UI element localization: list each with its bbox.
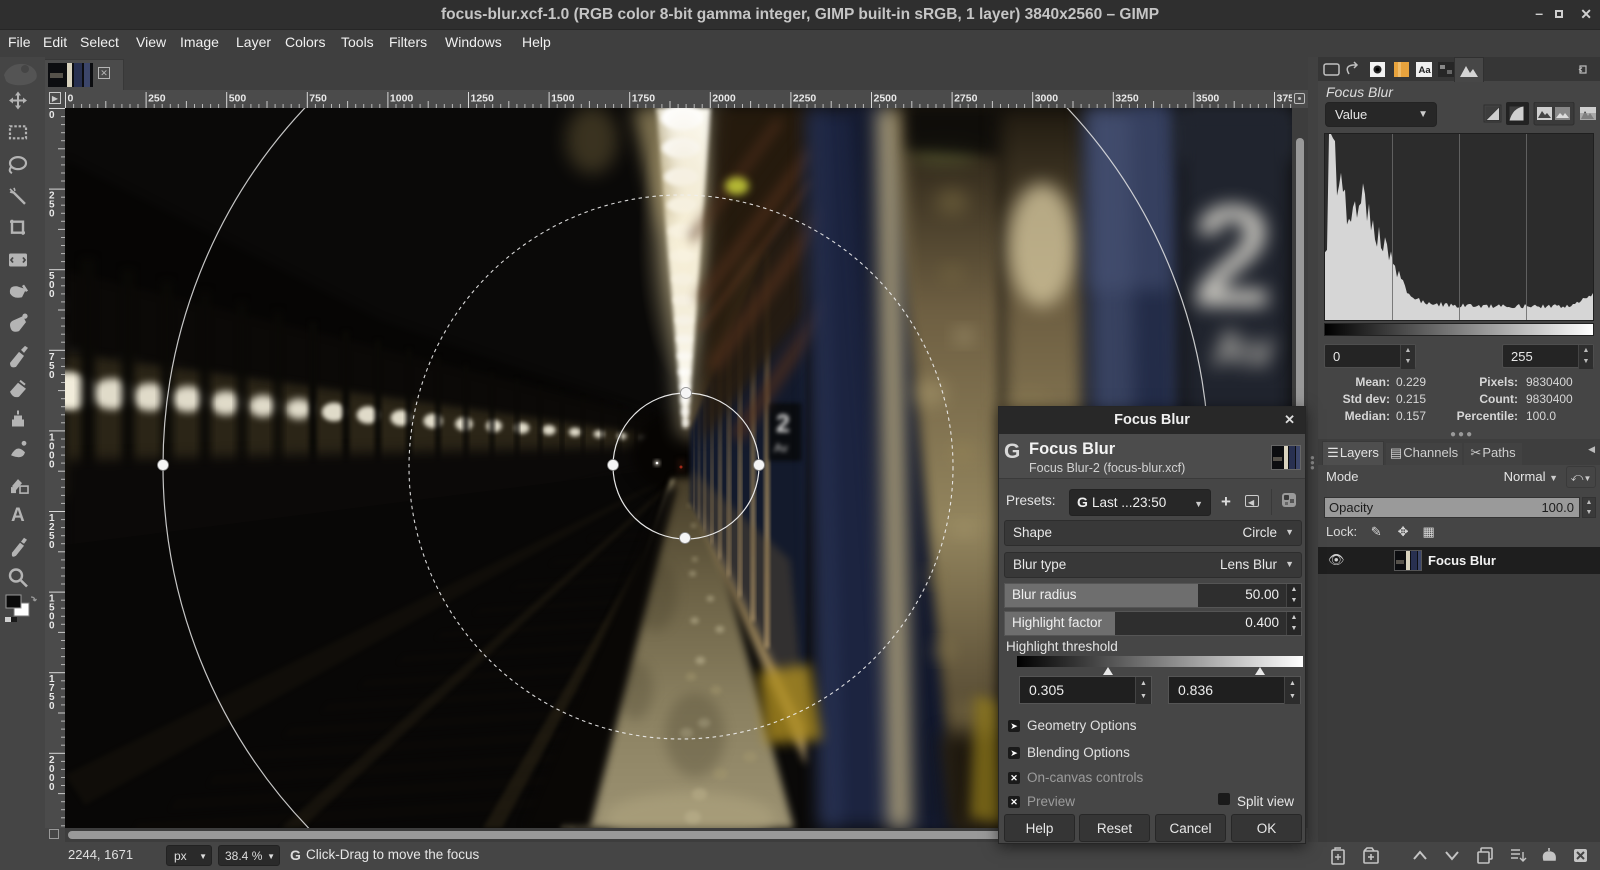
svg-text:0: 0 xyxy=(49,110,55,121)
svg-text:Av: Av xyxy=(1212,321,1274,377)
svg-text:A: A xyxy=(11,505,25,526)
svg-text:3750: 3750 xyxy=(1277,93,1293,105)
svg-text:1250: 1250 xyxy=(471,93,495,105)
svg-text:0: 0 xyxy=(68,93,74,105)
svg-text:1500: 1500 xyxy=(551,93,575,105)
svg-text:500: 500 xyxy=(229,93,247,105)
svg-text:2750: 2750 xyxy=(954,93,978,105)
svg-text:3500: 3500 xyxy=(1196,93,1220,105)
svg-text:250: 250 xyxy=(148,93,166,105)
svg-text:750: 750 xyxy=(309,93,327,105)
svg-text:1750: 1750 xyxy=(632,93,656,105)
svg-text:0: 0 xyxy=(49,459,55,470)
svg-text:Aa: Aa xyxy=(1419,65,1432,76)
svg-text:1000: 1000 xyxy=(390,93,414,105)
svg-text:0: 0 xyxy=(49,701,55,712)
svg-text:3000: 3000 xyxy=(1035,93,1059,105)
svg-text:2500: 2500 xyxy=(874,93,898,105)
svg-text:0: 0 xyxy=(49,209,55,220)
svg-text:0: 0 xyxy=(49,370,55,381)
svg-text:Av: Av xyxy=(774,441,788,455)
svg-text:0: 0 xyxy=(49,540,55,551)
svg-text:0: 0 xyxy=(49,289,55,300)
svg-text:2250: 2250 xyxy=(793,93,817,105)
svg-text:2: 2 xyxy=(776,410,790,438)
svg-text:2: 2 xyxy=(1192,175,1273,337)
svg-text:2000: 2000 xyxy=(712,93,736,105)
svg-text:0: 0 xyxy=(49,621,55,632)
svg-text:0: 0 xyxy=(49,782,55,793)
svg-text:3250: 3250 xyxy=(1115,93,1139,105)
